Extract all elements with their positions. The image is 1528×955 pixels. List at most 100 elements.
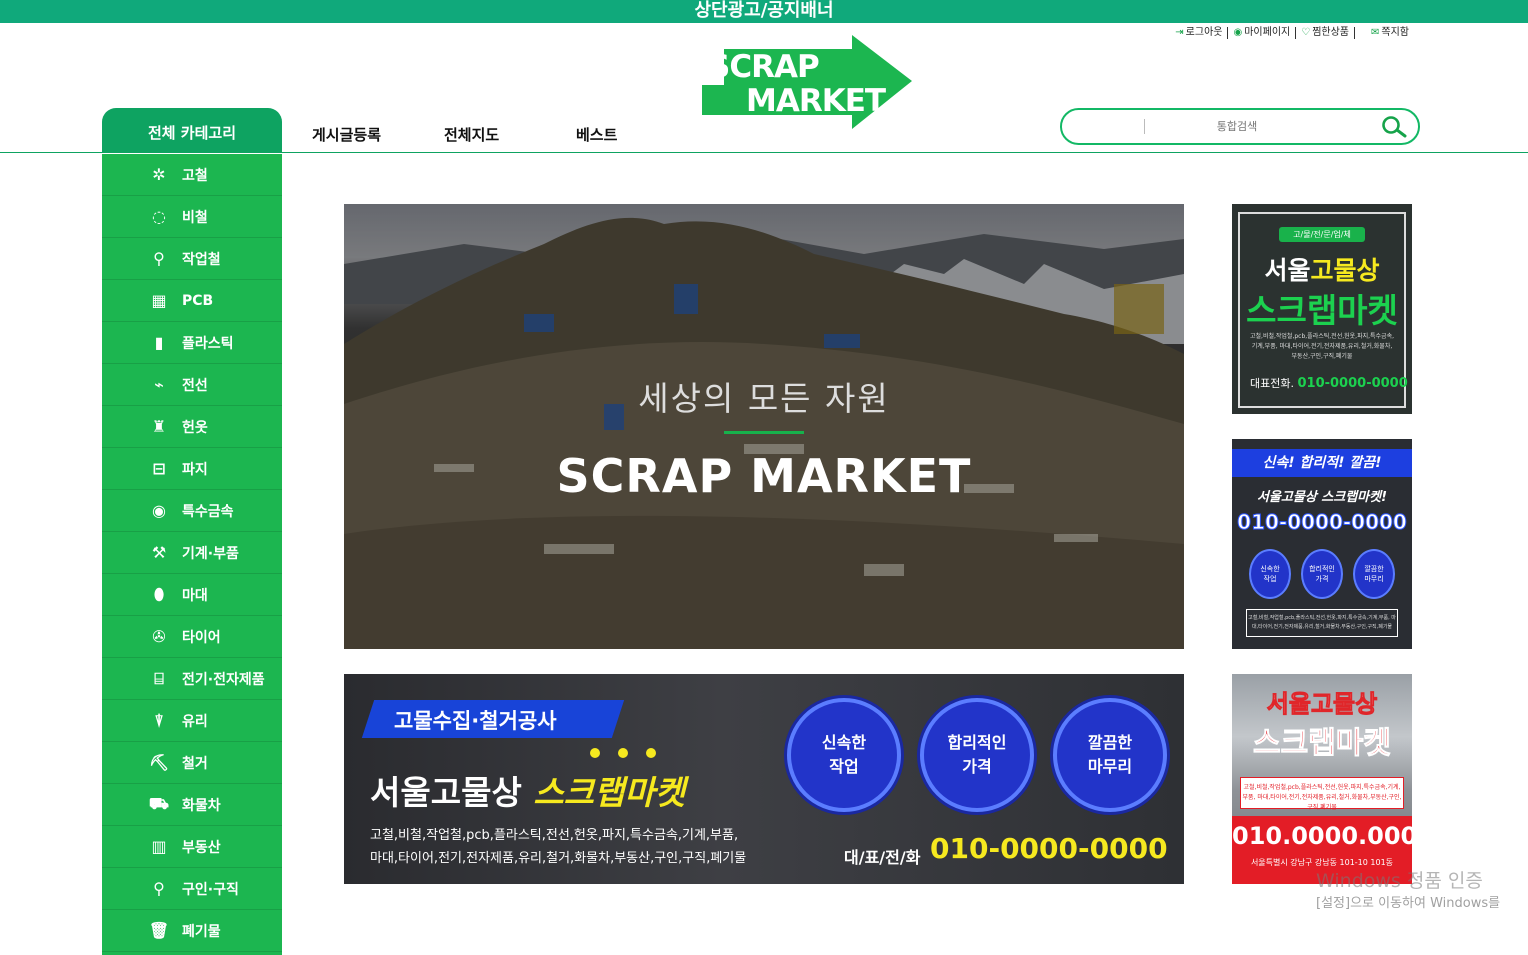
ring-icon: ◌ [152, 207, 166, 226]
ad1-title: 서울고물상 [1232, 251, 1412, 287]
feature-circle-price: 합리적인 가격 [920, 698, 1034, 812]
banner-phone: 010-0000-0000 [930, 832, 1168, 865]
category-label: 타이어 [182, 629, 221, 646]
hero-title: SCRAP MARKET [556, 449, 972, 503]
category-item[interactable]: ⚲ 구인·구직 [102, 868, 282, 910]
magnifier-person-icon: ⚲ [153, 879, 165, 898]
category-sidebar: ✲ 고철 ◌ 비철 ⚲ 작업철 ▦ PCB ▮ 플라스틱 ⌁ 전선 ♜ 헌옷 ⊟ 파지 ◉ 특수금속 ⚒ 기계·부품 ⬮… [102, 154, 282, 955]
ad2-items: 고철,비철,작업철,pcb,플라스틱,전선,헌옷,파지,특수금속,기계,부품, … [1246, 609, 1398, 637]
ad2-phone: 010-0000-0000 [1237, 510, 1408, 535]
search-icon [1382, 116, 1407, 138]
category-item[interactable]: ⛟ 화물차 [102, 784, 282, 826]
category-label: 폐기물 [182, 923, 221, 940]
category-item[interactable]: ⌁ 전선 [102, 364, 282, 406]
logout-icon: ⇥ [1175, 27, 1184, 38]
nav-full-map[interactable]: 전체지도 [444, 124, 499, 145]
tire-icon: ✇ [152, 627, 166, 646]
category-label: 파지 [182, 461, 208, 478]
category-item[interactable]: ⚲ 작업철 [102, 238, 282, 280]
category-item[interactable]: ⍒ 유리 [102, 700, 282, 742]
nav-post-register[interactable]: 게시글등록 [312, 124, 381, 145]
ad2-circle-line2: 마무리 [1364, 575, 1384, 583]
category-label: 유리 [182, 713, 208, 730]
ad2-circle-clean: 깔끔한 마무리 [1353, 549, 1395, 599]
feature-circle-speed: 신속한 작업 [787, 698, 901, 812]
search-divider [1144, 119, 1145, 134]
category-label: 화물차 [182, 797, 221, 814]
cable-icon: ⌁ [154, 375, 164, 394]
category-item[interactable]: ▮ 플라스틱 [102, 322, 282, 364]
category-item[interactable]: ⚒ 기계·부품 [102, 532, 282, 574]
windows-activation-hint: [설정]으로 이동하여 Windows를 [1316, 896, 1501, 911]
category-label: 작업철 [182, 251, 221, 268]
category-item[interactable]: ⛏ 철거 [102, 742, 282, 784]
ad3-items: 고철,비철,작업철,pcb,플라스틱,전선,헌옷,파지,특수금속,기계,부품, … [1240, 777, 1404, 811]
ad1-tag: 고/물/전/문/업/체 [1279, 227, 1365, 242]
banner-items-line1: 고철,비철,작업철,pcb,플라스틱,전선,헌옷,파지,특수금속,기계,부품, [370, 828, 739, 843]
ad3-phone: 010.0000.0000 [1232, 822, 1412, 850]
excavator-icon: ⛏ [148, 753, 170, 772]
all-categories-tab[interactable]: 전체 카테고리 [102, 108, 282, 153]
ad2-circle-speed: 신속한 작업 [1249, 549, 1291, 599]
hero-accent-bar [724, 431, 804, 434]
ad2-header: 신속! 합리적! 깔끔! [1232, 449, 1412, 477]
banner-dots [590, 748, 656, 758]
category-item[interactable]: ⌸ 전기·전자제품 [102, 658, 282, 700]
ad2-circle-price: 합리적인 가격 [1301, 549, 1343, 599]
site-logo[interactable]: SCRAP MARKET [700, 33, 914, 131]
ad2-circle-line1: 합리적인 [1309, 565, 1335, 573]
category-item[interactable]: ✲ 고철 [102, 154, 282, 196]
user-icon: ◉ [1233, 27, 1243, 38]
search-input[interactable] [1152, 116, 1322, 137]
top-notice-banner[interactable]: 상단광고/공지배너 [0, 0, 1528, 23]
messages-link[interactable]: ✉ 쪽지함 [1355, 27, 1414, 39]
banner-headline-highlight: 스크랩마켓 [533, 773, 686, 812]
nav-divider [0, 152, 1528, 153]
wishlist-link[interactable]: ♡ 찜한상품 [1296, 27, 1355, 39]
category-label: 고철 [182, 167, 208, 184]
side-ad-1[interactable]: 고/물/전/문/업/체 서울고물상 스크랩마켓 고철,비철,작업철,pcb,플라… [1232, 204, 1412, 414]
hook-icon: ⚲ [153, 249, 165, 268]
hero-overlay [344, 204, 1184, 649]
feature-circle-clean: 깔끔한마무리 [1053, 698, 1167, 812]
mypage-link[interactable]: ◉ 마이페이지 [1228, 27, 1297, 39]
ad1-phone: 010-0000-0000 [1297, 376, 1408, 391]
ad3-brand: 스크랩마켓 [1253, 726, 1392, 762]
ad1-phone-label: 대표전화. [1250, 377, 1294, 390]
logout-label: 로그아웃 [1185, 27, 1223, 38]
category-item[interactable]: ⊟ 파지 [102, 448, 282, 490]
messages-label: 쪽지함 [1381, 27, 1409, 38]
logout-link[interactable]: ⇥ 로그아웃 [1170, 27, 1229, 39]
category-item[interactable]: ▥ 부동산 [102, 826, 282, 868]
category-item[interactable]: ◌ 비철 [102, 196, 282, 238]
category-item[interactable]: ⬮ 마대 [102, 574, 282, 616]
search-button[interactable] [1380, 115, 1408, 139]
category-item[interactable]: ♜ 헌옷 [102, 406, 282, 448]
nav-best[interactable]: 베스트 [576, 124, 617, 145]
windows-activation-title: Windows 정품 인증 [1316, 870, 1483, 892]
hero-banner[interactable]: 세상의 모든 자원 SCRAP MARKET [344, 204, 1184, 649]
category-label: 전선 [182, 377, 208, 394]
feature-circle-line1: 깔끔한 [1087, 733, 1133, 752]
box-icon: ⊟ [152, 459, 166, 478]
ad2-circle-line2: 작업 [1263, 575, 1277, 583]
trash-icon: 🗑 [148, 921, 170, 940]
hero-subtitle: 세상의 모든 자원 [638, 379, 890, 418]
side-ad-2[interactable]: 신속! 합리적! 깔끔! 서울고물상 스크랩마켓! 010-0000-0000 … [1232, 439, 1412, 649]
circuit-board-icon: ▦ [151, 291, 167, 310]
disc-icon: ◉ [152, 501, 166, 520]
ad1-items: 고철,비철,작업철,pcb,플라스틱,전선,헌옷,파지,특수금속,기계,부품, … [1250, 333, 1395, 360]
feature-circle-line2: 작업 [829, 757, 859, 776]
category-item[interactable]: ✇ 타이어 [102, 616, 282, 658]
category-label: 헌옷 [182, 419, 208, 436]
bottle-icon: ▮ [154, 333, 164, 352]
side-ad-3[interactable]: 서울고물상 스크랩마켓 고철,비철,작업철,pcb,플라스틱,전선,헌옷,파지,… [1232, 674, 1412, 884]
category-label: 기계·부품 [182, 545, 239, 562]
feature-circle-line2: 마무리 [1087, 757, 1133, 776]
gear-icon: ✲ [152, 165, 166, 184]
category-item[interactable]: ◉ 특수금속 [102, 490, 282, 532]
category-item[interactable]: 🗑 폐기물 [102, 910, 282, 952]
service-banner[interactable]: 고물수집·철거공사 서울고물상 스크랩마켓 고철,비철,작업철,pcb,플라스틱… [344, 674, 1184, 884]
category-item[interactable]: ▦ PCB [102, 280, 282, 322]
category-label: 비철 [182, 209, 208, 226]
